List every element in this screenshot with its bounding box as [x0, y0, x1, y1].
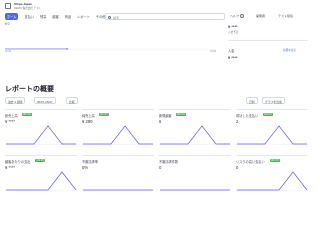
metric-card-title: リスクの高い支払い: [236, 160, 265, 164]
metric-card-badge: 100.0%: [262, 112, 273, 117]
metric-card-title: 純売上高: [82, 114, 95, 118]
metric-card[interactable]: 純売上高 100.0% ¥ 290: [82, 109, 154, 151]
today-chart-svg: [5, 48, 215, 50]
metric-card[interactable]: 新規顧客 100.0% 6: [159, 109, 231, 151]
metric-card-series-line: [6, 171, 77, 191]
metric-card[interactable]: 成功した支払い 100.0% 2: [236, 109, 308, 151]
today-chart: ¥ 0 00:00 23:59: [5, 22, 216, 70]
metric-card-badge: 100.0%: [175, 112, 186, 117]
nav-payments[interactable]: 支払い: [24, 14, 34, 19]
metric-card-chart: [236, 171, 308, 191]
balance-sub: 入金予定: [228, 31, 239, 34]
interval-filter[interactable]: 日別: [246, 97, 258, 104]
metric-card[interactable]: 不審請求率 0%: [82, 155, 154, 197]
metric-card-chart: [159, 125, 231, 145]
help-link[interactable]: ヘルプ: [230, 14, 239, 18]
metric-card[interactable]: リスクの高い支払い 100.0% 0: [236, 155, 308, 197]
search-input[interactable]: 検索: [105, 13, 225, 20]
metric-card-badge: 100.0%: [98, 112, 109, 117]
settings-gear-icon[interactable]: [240, 14, 244, 18]
payouts-link[interactable]: 詳細を表示: [283, 48, 296, 52]
account-subtitle: DEMO 株式会社 テスト: [14, 7, 42, 10]
today-x-start: 00:00: [5, 50, 11, 53]
metric-card[interactable]: 不審請求件数 0: [159, 155, 231, 197]
today-x-end: 23:59: [210, 50, 216, 53]
metric-card-series-line: [237, 125, 307, 145]
metric-card-title: 顧客あたりの支出: [5, 160, 31, 164]
today-value: ¥ 0: [5, 22, 10, 26]
search-icon: [108, 15, 111, 19]
metric-card-series-line: [6, 125, 76, 145]
metric-card-chart: [236, 125, 308, 145]
nav-products[interactable]: 商品: [65, 14, 71, 19]
nav-home[interactable]: ホーム: [5, 13, 19, 20]
main-nav: ホーム 支払い 残高 顧客 商品 レポート その他: [5, 13, 111, 20]
metric-card[interactable]: 総売上高 100.0% ¥ ****: [5, 109, 77, 151]
metric-card-chart: [159, 189, 231, 191]
nav-balances[interactable]: 残高: [40, 14, 46, 19]
balance-value: ¥ ****: [228, 24, 238, 29]
top-bar: Stripe Japan DEMO 株式会社 テスト ホーム 支払い 残高 顧客…: [0, 0, 310, 21]
metric-card-badge: 100.0%: [21, 112, 32, 117]
metric-card-chart: [82, 125, 154, 145]
metric-card-title: 新規顧客: [159, 114, 172, 118]
metric-card-series-line: [237, 171, 308, 191]
period-filter[interactable]: 過去 4 週間: [5, 97, 26, 104]
side-divider: [228, 40, 308, 41]
metric-card-series-line: [83, 125, 153, 145]
add-chart-button[interactable]: グラフを追加: [262, 97, 285, 104]
search-placeholder: 検索: [113, 15, 120, 20]
metric-card[interactable]: 顧客あたりの支出 100.0% ¥ ****: [5, 155, 77, 197]
payouts-label: 入金: [228, 49, 235, 53]
metric-card-title: 不審請求件数: [159, 160, 179, 164]
account-logo-icon[interactable]: [5, 3, 11, 9]
payouts-value: ¥ ****: [228, 55, 238, 60]
metric-card-badge: 100.0%: [269, 158, 280, 163]
metric-card-title: 成功した支払い: [236, 114, 259, 118]
metric-card-title: 総売上高: [5, 114, 18, 118]
metric-card-title: 不審請求率: [82, 160, 98, 164]
date-range-filter[interactable]: 05/07–05/27: [34, 97, 56, 104]
overview-title: レポートの概要: [5, 86, 54, 93]
compare-filter[interactable]: 比較: [66, 97, 78, 104]
metric-card-series-line: [160, 125, 230, 145]
nav-customers[interactable]: 顧客: [52, 14, 58, 19]
nav-reports[interactable]: レポート: [77, 14, 90, 19]
metric-card-chart: [5, 125, 77, 145]
test-mode-toggle[interactable]: テスト環境: [278, 14, 293, 18]
metric-card-chart: [82, 189, 154, 191]
metric-card-badge: 100.0%: [35, 158, 46, 163]
metric-card-chart: [5, 171, 77, 191]
developers-link[interactable]: 開発者: [256, 14, 265, 18]
